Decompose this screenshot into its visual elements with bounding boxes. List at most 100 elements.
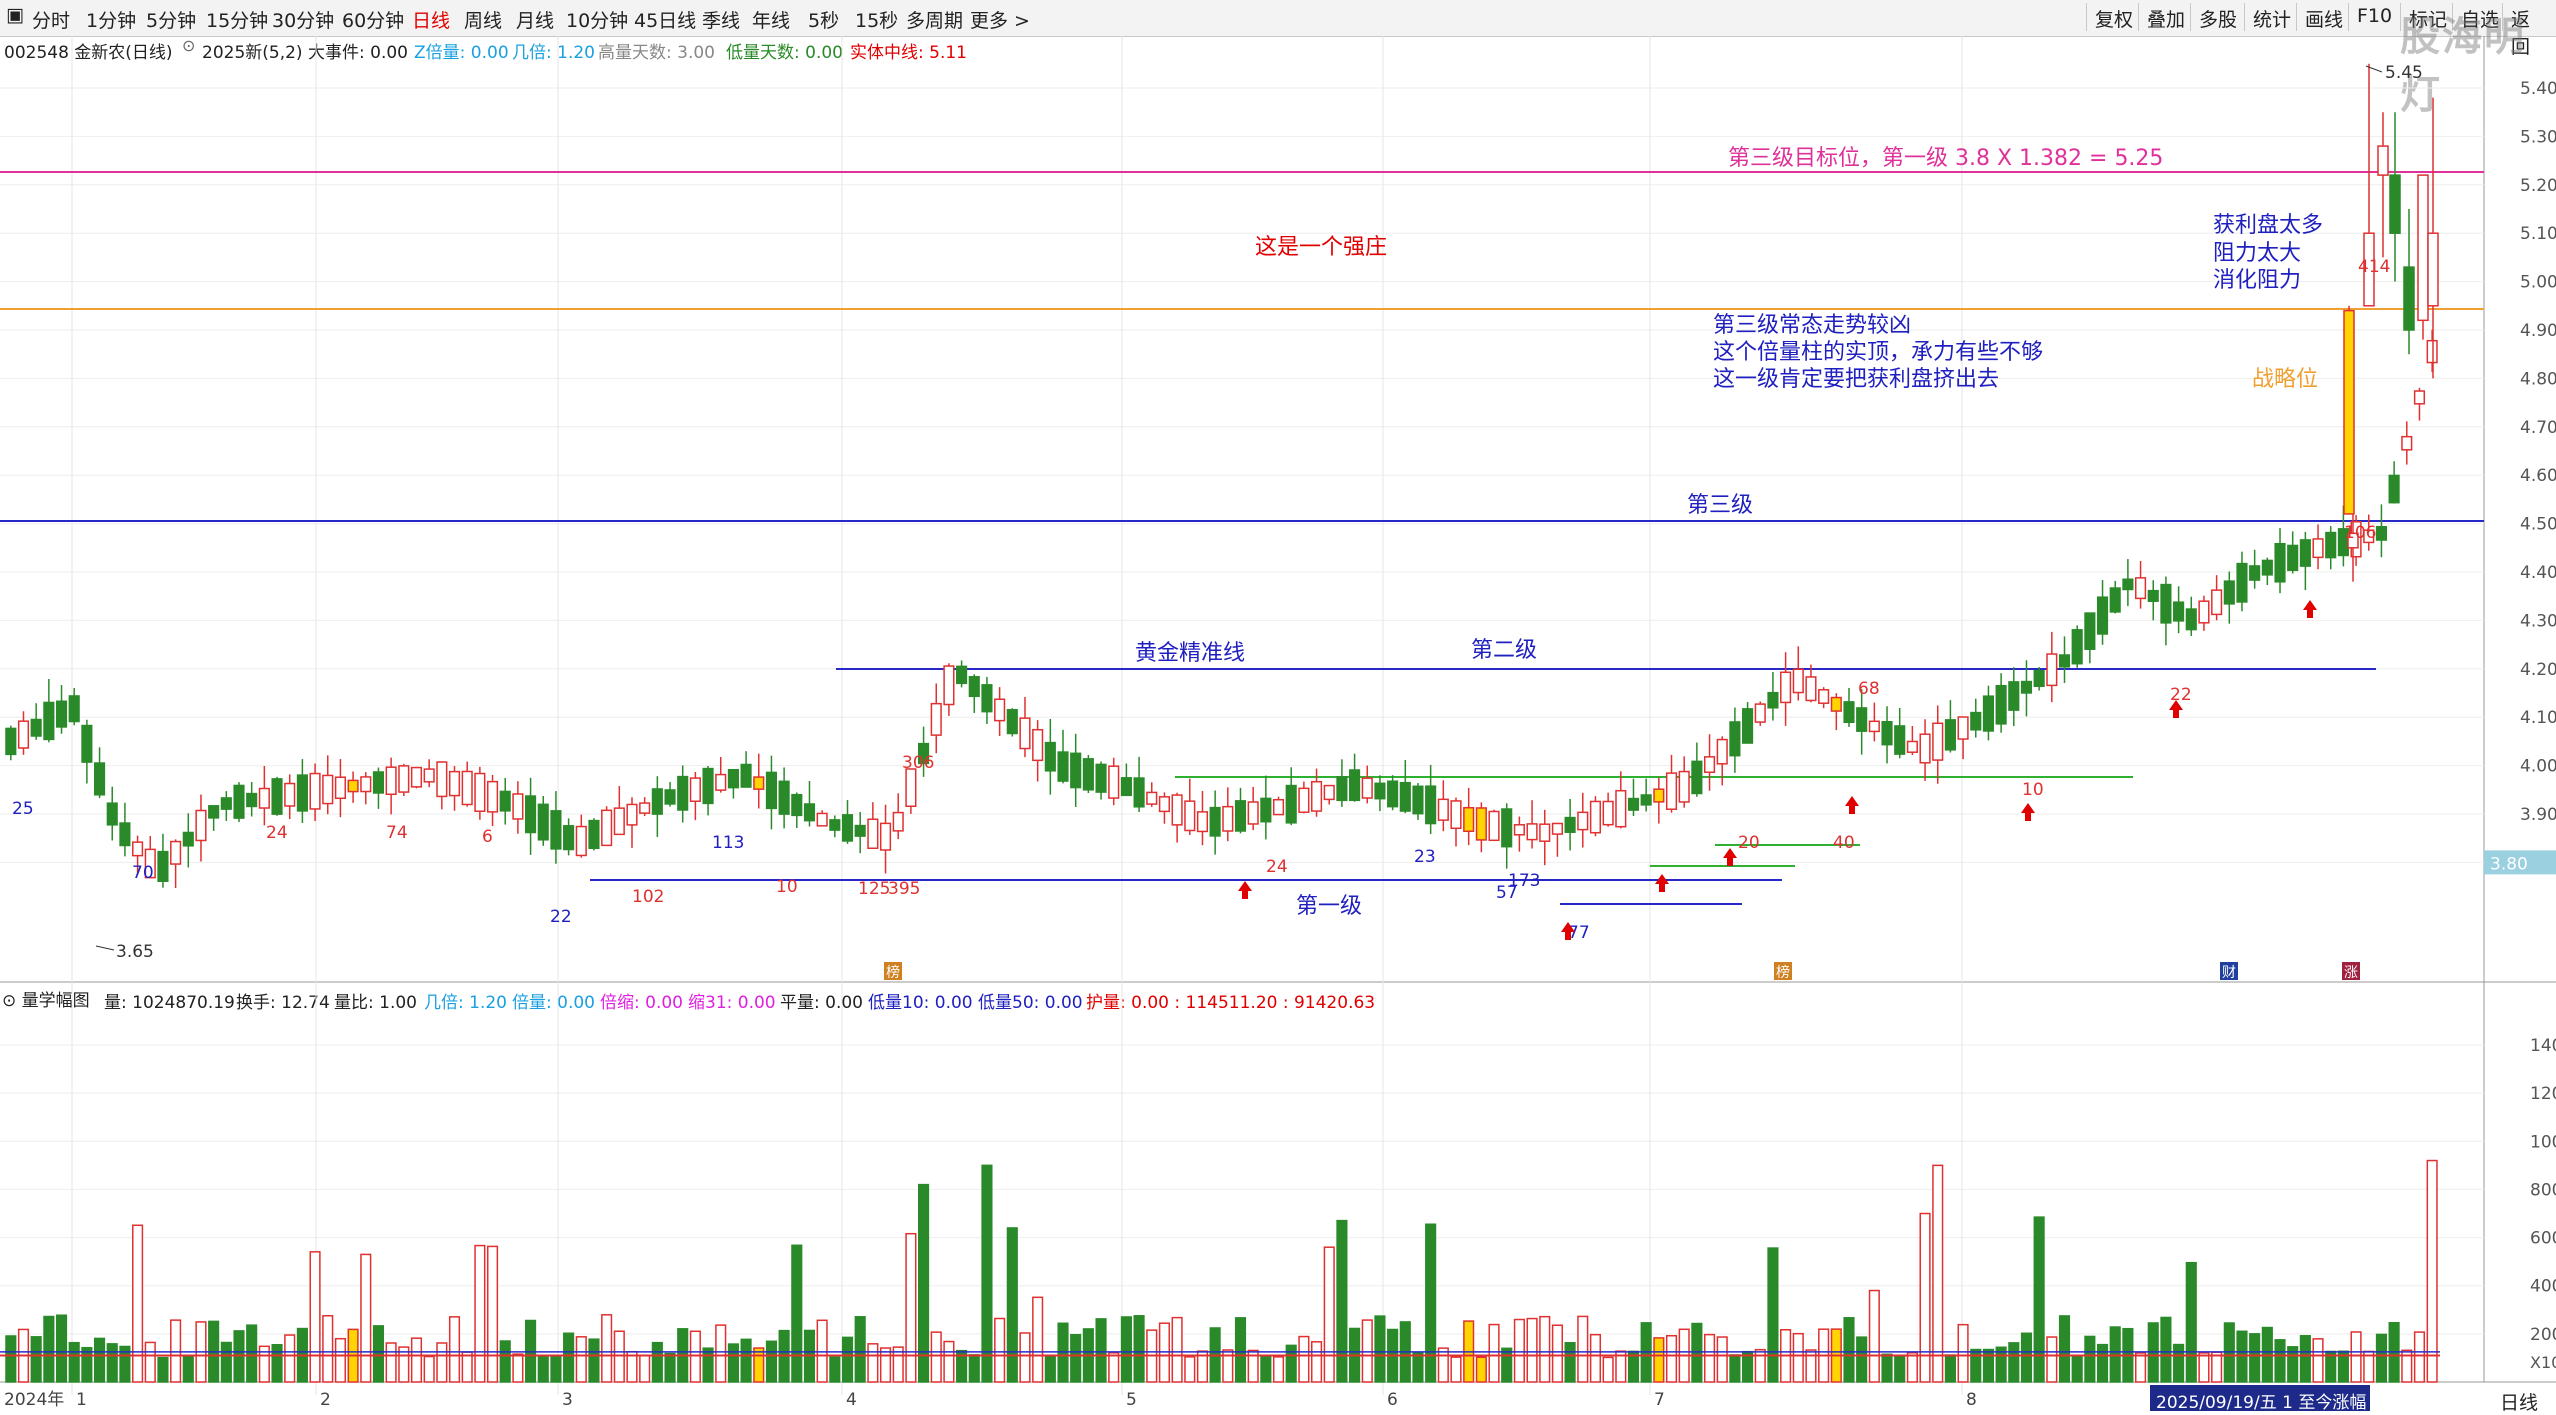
volume-bar [905, 1232, 917, 1383]
bar-label: 102 [632, 887, 664, 907]
kline-chart[interactable]: 5.40 5.30 5.20 5.10 5.00 4.90 4.80 4.70 4.60 4.50… [0, 0, 2556, 1413]
low-price-marker: 3.65 [116, 942, 154, 962]
volume-bar [2008, 1342, 2020, 1383]
volume-bar [740, 1338, 752, 1383]
candle-body [347, 779, 359, 793]
candle-body [1602, 800, 1614, 826]
candle-body [537, 803, 549, 841]
volume-bar [2312, 1338, 2324, 1383]
candle-body [1640, 794, 1652, 806]
candle-body [284, 782, 296, 807]
volume-bar [943, 1340, 955, 1383]
volume-bar [867, 1343, 879, 1383]
candle-body [2375, 525, 2387, 541]
volume-bar [2211, 1351, 2223, 1383]
candle-body [1856, 707, 1868, 732]
volume-bar [322, 1315, 334, 1383]
candle-body [1818, 689, 1830, 704]
candle-body [1196, 811, 1209, 833]
volume-bar [1501, 1347, 1513, 1383]
price-tick-label: 4.20 [2520, 660, 2556, 680]
candle-body [816, 812, 828, 827]
volume-bar [1425, 1223, 1437, 1383]
volume-bar [651, 1341, 663, 1383]
up-arrow-icon [1845, 796, 1859, 814]
volume-bar [994, 1317, 1006, 1383]
candle-body [1501, 808, 1513, 848]
volume-bar [1665, 1334, 1678, 1383]
volume-bar [2198, 1352, 2210, 1383]
volume-bar [1450, 1356, 1462, 1383]
volume-bar [1272, 1356, 1285, 1383]
candle-body [981, 684, 993, 713]
volume-tick-label: 4000 [2530, 1277, 2556, 1297]
up-arrow-icon [1723, 848, 1737, 866]
candle-body [182, 831, 194, 847]
volume-bar [182, 1356, 194, 1383]
volume-bar [1944, 1354, 1956, 1383]
candle-body [1780, 671, 1792, 704]
candle-body [1247, 801, 1259, 825]
volume-bar [1336, 1219, 1348, 1383]
volume-bar [157, 1356, 169, 1383]
volume-bar [1843, 1317, 1855, 1383]
candle-body [1298, 787, 1310, 813]
candle-body [271, 778, 283, 815]
volume-bar [1894, 1356, 1906, 1383]
candle-body [1234, 800, 1247, 832]
month-tick-label: 2 [320, 1390, 331, 1410]
volume-bar [2350, 1331, 2362, 1383]
candle-body [1209, 806, 1221, 837]
candle-body [2325, 531, 2337, 559]
candle-body [499, 790, 511, 812]
candle-body [436, 761, 448, 798]
volume-bar [1044, 1354, 1056, 1383]
volume-bar [372, 1325, 385, 1383]
volume-bar [1184, 1356, 1196, 1383]
volume-bar [791, 1244, 803, 1383]
price-tick-label: 4.80 [2520, 369, 2556, 389]
candle-body [930, 702, 942, 736]
candle-body [803, 803, 816, 822]
volume-bar [765, 1340, 778, 1383]
volume-bar [2426, 1159, 2438, 1383]
annotation-target-level: 第三级目标位，第一级 3.8 X 1.382 = 5.25 [1728, 146, 2164, 171]
candle-body [1361, 777, 1373, 799]
candle-body [1158, 796, 1170, 813]
price-tag-label: 3.80 [2490, 854, 2528, 874]
candle-body [512, 793, 524, 820]
volume-bar [1310, 1341, 1323, 1383]
candle-body [448, 770, 461, 797]
volume-bar [2160, 1316, 2172, 1383]
candle-body [157, 850, 169, 882]
candle-body [119, 822, 131, 847]
candle-body [2343, 309, 2355, 515]
candle-body [2122, 578, 2134, 591]
volume-bar [1032, 1296, 1044, 1383]
volume-bar [1475, 1356, 1487, 1383]
candle-body [1437, 798, 1449, 821]
volume-bar [499, 1340, 511, 1383]
candle-body [2173, 601, 2185, 622]
bar-label: 395 [888, 879, 920, 899]
candle-body [106, 802, 118, 826]
candle-body [461, 770, 473, 806]
bar-label: 40 [1833, 833, 1855, 853]
volume-bar [1767, 1247, 1779, 1383]
volume-bar [854, 1316, 866, 1383]
candle-body [2312, 538, 2324, 559]
volume-bar [2249, 1333, 2261, 1383]
candle-body [2426, 339, 2438, 364]
candle-body [702, 767, 714, 805]
volume-bar [2020, 1332, 2033, 1383]
candle-body [1272, 798, 1285, 816]
up-arrow-icon [1238, 881, 1252, 899]
candle-body [1336, 776, 1348, 802]
candle-body [1260, 797, 1272, 823]
volume-bar [30, 1336, 42, 1383]
candle-body [2299, 539, 2311, 567]
volume-bar [1526, 1317, 1538, 1383]
year-tick-label: 2024年 [4, 1390, 64, 1410]
volume-bar [1589, 1333, 1602, 1383]
volume-bar [1285, 1344, 1297, 1383]
